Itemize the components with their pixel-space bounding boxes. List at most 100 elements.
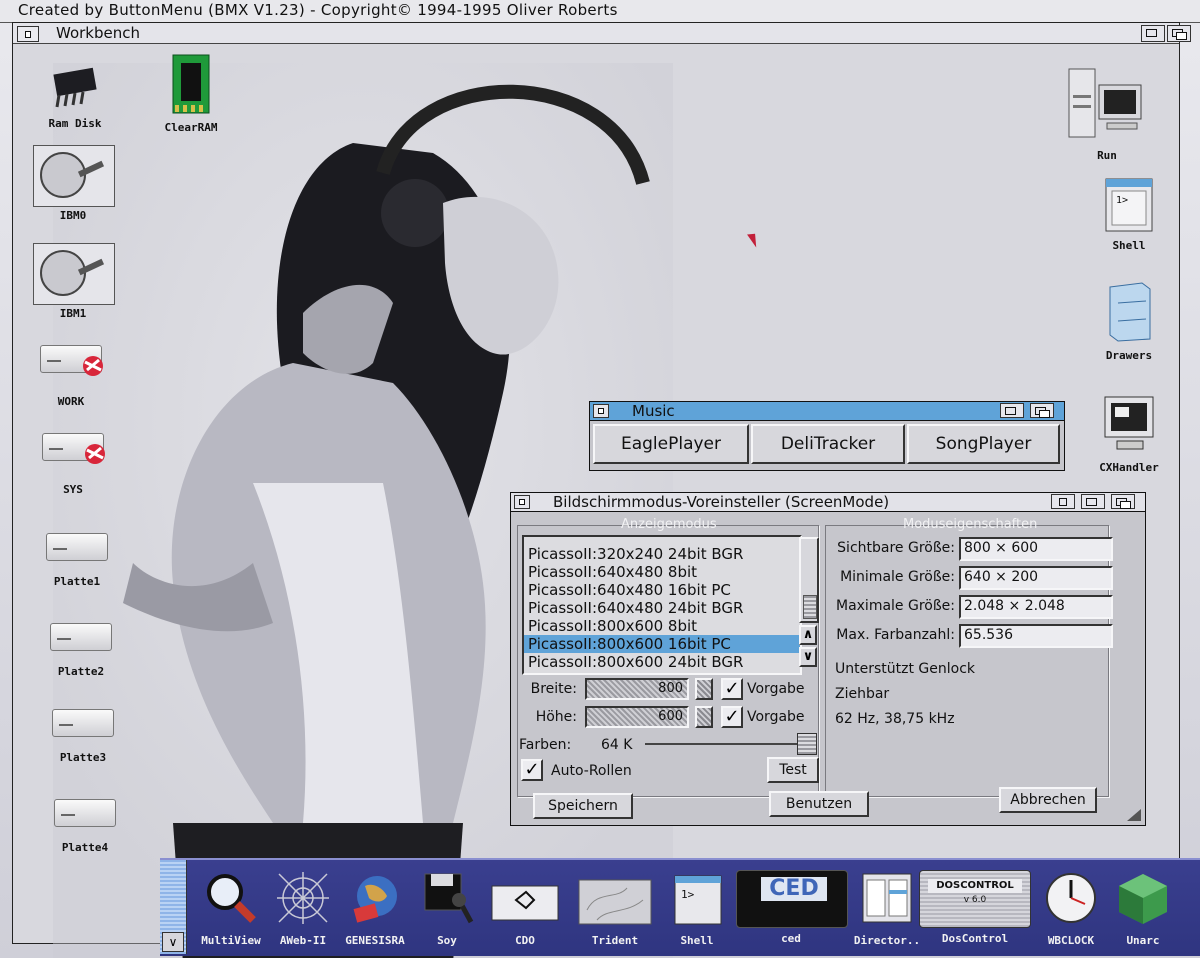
scroll-up-icon[interactable]: ∧ [799, 625, 817, 645]
chip-icon [53, 67, 97, 108]
close-icon[interactable] [593, 404, 609, 418]
visible-size-label: Sichtbare Größe: [837, 540, 955, 556]
icon-work[interactable]: WORK [31, 345, 111, 408]
screen-title: Created by ButtonMenu (BMX V1.23) - Copy… [18, 1, 618, 19]
colors-slider-knob[interactable] [797, 733, 817, 755]
workbench-title-bar[interactable]: Workbench [13, 23, 1191, 44]
dock-ced[interactable]: CED ced [736, 862, 848, 956]
icon-ram-disk[interactable]: Ram Disk [35, 61, 115, 130]
width-cycle-icon[interactable] [695, 678, 713, 700]
director-icon [862, 873, 912, 923]
visible-size-value: 800 × 600 [959, 537, 1113, 561]
depth-icon[interactable] [1111, 494, 1135, 509]
icon-shell[interactable]: 1> Shell [1089, 177, 1169, 252]
dock-shell[interactable]: 1> Shell [656, 862, 738, 956]
music-window-title: Music [632, 402, 675, 420]
dock-cdo[interactable]: CDO [484, 862, 566, 956]
icon-cxhandler[interactable]: CXHandler [1089, 395, 1169, 474]
icon-clearram[interactable]: ClearRAM [151, 53, 231, 134]
width-input[interactable]: 800 [585, 678, 689, 700]
magnifier-icon [207, 874, 256, 923]
mouse-pointer-icon [747, 230, 762, 248]
icon-platte4[interactable]: Platte4 [45, 799, 125, 854]
list-item[interactable]: PicassoII:640x480 8bit [524, 563, 800, 581]
mode-list[interactable]: PicassoII:320x240 24bit BGR PicassoII:64… [522, 535, 802, 675]
list-item[interactable]: PicassoII:640x480 16bit PC [524, 581, 800, 599]
dock-drag-bar[interactable]: ∨ [160, 860, 187, 954]
ced-text: CED [761, 877, 827, 901]
icon-platte2[interactable]: Platte2 [41, 623, 121, 678]
icon-run[interactable]: Run [1067, 65, 1147, 162]
icon-ibm1[interactable]: IBM1 [33, 243, 115, 320]
list-item[interactable]: PicassoII:800x600 8bit [524, 617, 800, 635]
cancel-button[interactable]: Abbrechen [999, 787, 1097, 813]
dock-trident[interactable]: Trident [574, 862, 656, 956]
screenmode-title-bar[interactable]: Bildschirmmodus-Voreinsteller (ScreenMod… [511, 493, 1145, 512]
drive-icon [50, 623, 112, 651]
list-item-selected[interactable]: PicassoII:800x600 16bit PC [524, 635, 800, 653]
eagleplayer-button[interactable]: EaglePlayer [593, 424, 749, 464]
dock-unarc[interactable]: Unarc [1102, 862, 1184, 956]
list-item[interactable]: PicassoII:320x240 24bit BGR [524, 545, 800, 563]
close-icon[interactable] [17, 26, 39, 42]
screenmode-window: Bildschirmmodus-Voreinsteller (ScreenMod… [510, 492, 1146, 826]
web-icon [277, 872, 329, 924]
music-title-bar[interactable]: Music [590, 402, 1064, 421]
colors-label: Farben: [519, 737, 572, 753]
width-default-checkbox[interactable]: ✓ [721, 678, 743, 700]
screenmode-window-title: Bildschirmmodus-Voreinsteller (ScreenMod… [553, 493, 890, 511]
close-icon[interactable] [514, 495, 530, 509]
monitor-icon [1104, 396, 1154, 450]
screen-title-bar[interactable]: Created by ButtonMenu (BMX V1.23) - Copy… [0, 0, 1200, 23]
max-size-value: 2.048 × 2.048 [959, 595, 1113, 619]
chevron-down-icon[interactable]: ∨ [162, 932, 184, 952]
icon-drawers[interactable]: Drawers [1089, 281, 1169, 362]
zoom-icon[interactable] [1141, 25, 1165, 42]
zoom-icon[interactable] [1081, 494, 1105, 509]
resize-handle-icon[interactable] [1127, 809, 1141, 821]
autoscroll-checkbox[interactable]: ✓ [521, 759, 543, 781]
list-scrollbar[interactable] [799, 537, 819, 623]
depth-icon[interactable] [1030, 403, 1054, 418]
map-icon [578, 879, 652, 925]
workbench-title: Workbench [56, 24, 140, 42]
colors-slider[interactable] [645, 733, 817, 755]
ced-icon: CED [736, 870, 848, 928]
height-default-checkbox[interactable]: ✓ [721, 706, 743, 728]
cd-icon [491, 885, 559, 921]
dock-say[interactable]: Sоy [406, 862, 488, 956]
height-label: Höhe: [535, 709, 577, 725]
scroll-down-icon[interactable]: ∨ [799, 647, 817, 667]
icon-ibm0[interactable]: IBM0 [33, 145, 115, 222]
delitracker-button[interactable]: DeliTracker [751, 424, 905, 464]
clock-icon [1046, 873, 1096, 923]
height-input[interactable]: 600 [585, 706, 689, 728]
icon-platte1[interactable]: Platte1 [37, 533, 117, 588]
width-label: Breite: [530, 681, 577, 697]
memory-module-icon [172, 54, 210, 114]
dock-doscontrol[interactable]: DOSCONTROL v 6.0 DosControl [918, 862, 1032, 956]
genlock-info: Unterstützt Genlock [835, 661, 976, 677]
colors-value: 64 K [601, 737, 633, 753]
save-button[interactable]: Speichern [533, 793, 633, 819]
doscontrol-icon: DOSCONTROL v 6.0 [919, 870, 1031, 928]
draggable-info: Ziehbar [835, 686, 890, 702]
zoom-icon[interactable] [1000, 403, 1024, 418]
height-cycle-icon[interactable] [695, 706, 713, 728]
songplayer-button[interactable]: SongPlayer [907, 424, 1060, 464]
doscontrol-version: v 6.0 [963, 895, 987, 905]
iconify-icon[interactable] [1051, 494, 1075, 509]
icon-platte3[interactable]: Platte3 [43, 709, 123, 764]
list-item[interactable]: PicassoII:640x480 24bit BGR [524, 599, 800, 617]
dock-wbclock[interactable]: WBCLOCK [1030, 862, 1112, 956]
dock-aweb[interactable]: AWeb-II [262, 862, 344, 956]
icon-sys[interactable]: SYS [33, 433, 113, 496]
list-item[interactable]: PicassoII:800x600 24bit BGR [524, 653, 800, 671]
dock-genesis[interactable]: GENESISRA [334, 862, 416, 956]
scroll-knob[interactable] [803, 595, 817, 619]
test-button[interactable]: Test [767, 757, 819, 783]
depth-icon[interactable] [1167, 25, 1191, 42]
dock-director[interactable]: Director.. [846, 862, 928, 956]
dock-multiview[interactable]: MultiView [190, 862, 272, 956]
use-button[interactable]: Benutzen [769, 791, 869, 817]
